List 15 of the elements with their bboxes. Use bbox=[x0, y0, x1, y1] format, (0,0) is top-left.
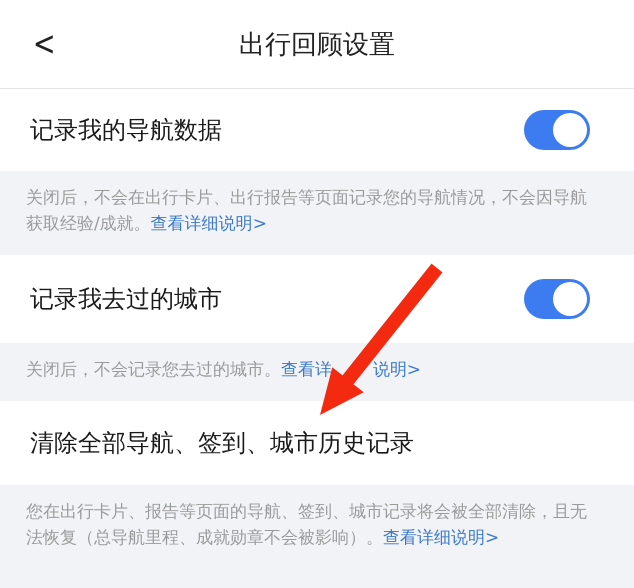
setting-description: 关闭后，不会记录您去过的城市。查看详 说明> bbox=[25, 359, 422, 382]
toggle-switch[interactable] bbox=[524, 110, 590, 150]
details-link[interactable]: 说明> bbox=[372, 360, 422, 380]
details-link[interactable]: 查看详细说明> bbox=[150, 214, 267, 234]
setting-label: 记录我去过的城市 bbox=[30, 284, 222, 315]
setting-label: 清除全部导航、签到、城市历史记录 bbox=[30, 428, 414, 459]
clear-history-row[interactable]: 清除全部导航、签到、城市历史记录 bbox=[0, 401, 634, 485]
details-link[interactable]: 查看详 bbox=[281, 360, 332, 380]
back-button[interactable]: < bbox=[28, 24, 60, 64]
setting-description: 您在出行卡片、报告等页面的导航、签到、城市记录将会被全部清除，且无法恢复（总导航里程、成就勋章不会被影响）。查看详细说明> bbox=[25, 501, 588, 550]
toggle-switch[interactable] bbox=[524, 279, 590, 319]
page-title: 出行回顾设置 bbox=[239, 28, 395, 62]
setting-description: 关闭后，不会在出行卡片、出行报告等页面记录您的导航情况，不会因导航获取经验/成就。查看详细说明> bbox=[25, 187, 588, 236]
details-link[interactable]: 查看详细说明> bbox=[383, 528, 500, 548]
setting-label: 记录我的导航数据 bbox=[30, 115, 222, 146]
